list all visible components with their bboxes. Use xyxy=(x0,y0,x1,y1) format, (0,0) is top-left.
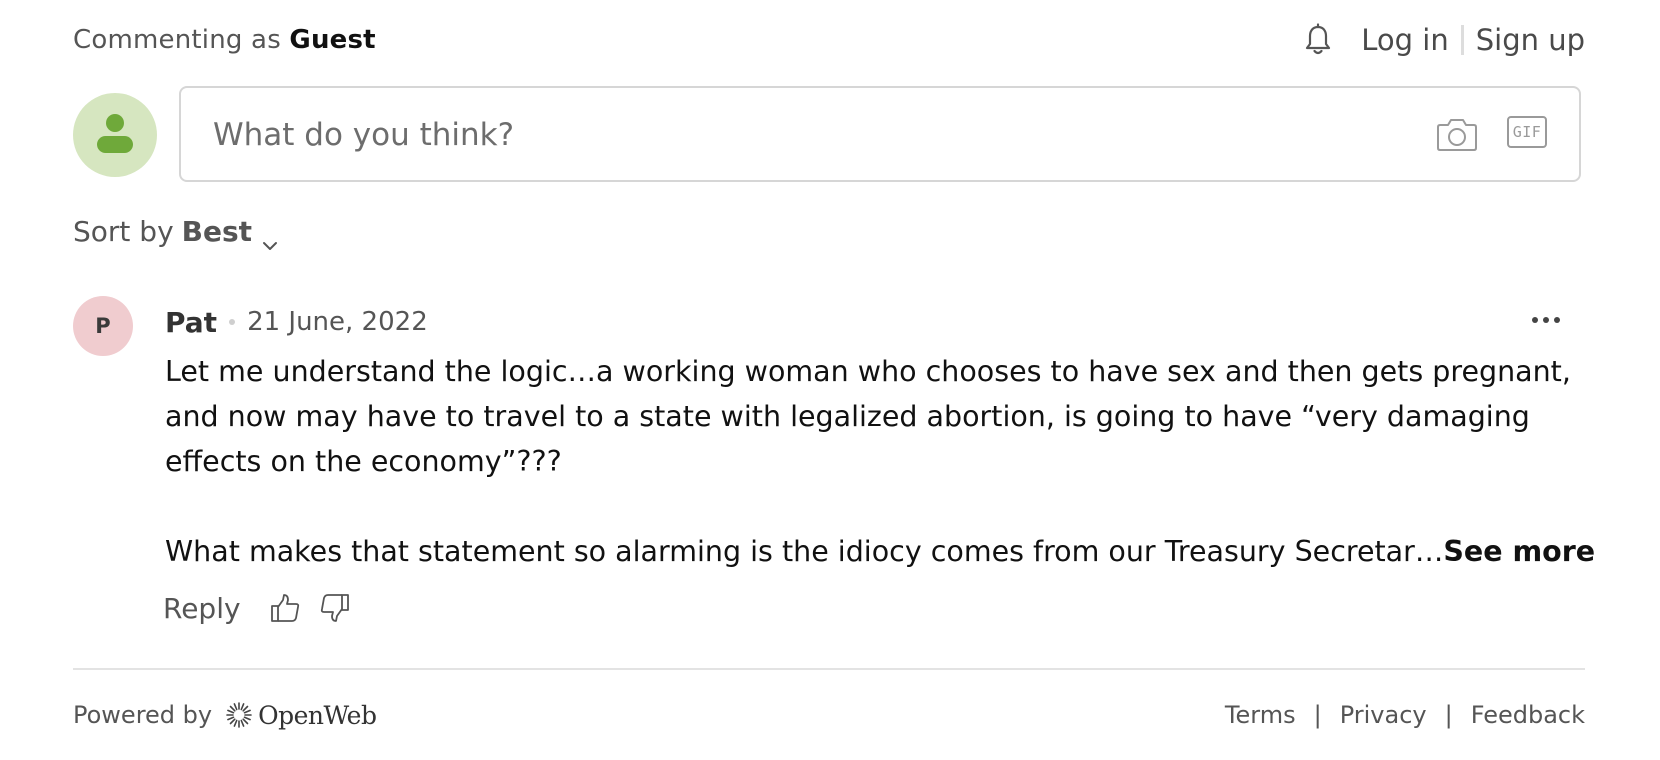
commenting-prefix: Commenting as xyxy=(73,25,281,55)
comments-header: Commenting as Guest Log in Sign up xyxy=(73,18,1585,62)
comment-author[interactable]: Pat xyxy=(165,306,217,339)
gif-icon[interactable]: GIF xyxy=(1507,116,1547,148)
chevron-down-icon xyxy=(262,226,278,250)
footer-link-separator: | xyxy=(1313,701,1322,729)
sort-value: Best xyxy=(181,215,253,248)
camera-icon[interactable] xyxy=(1436,115,1478,153)
footer-links: Terms | Privacy | Feedback xyxy=(1225,696,1585,734)
thumbs-up-icon[interactable] xyxy=(269,592,301,624)
terms-link[interactable]: Terms xyxy=(1225,701,1296,729)
powered-by-label: Powered by xyxy=(73,701,213,729)
comment-line: Let me understand the logic…a working wo… xyxy=(165,355,1571,388)
auth-divider xyxy=(1460,25,1464,55)
footer-link-separator: | xyxy=(1444,701,1453,729)
comment-line-truncated: What makes that statement so alarming is… xyxy=(165,529,1595,574)
commenting-as: Commenting as Guest xyxy=(73,25,376,55)
privacy-link[interactable]: Privacy xyxy=(1340,701,1427,729)
comment-composer: GIF xyxy=(179,86,1581,182)
feedback-link[interactable]: Feedback xyxy=(1471,701,1585,729)
comment-date: 21 June, 2022 xyxy=(247,307,428,337)
login-link[interactable]: Log in xyxy=(1361,23,1448,57)
sort-dropdown[interactable]: Sort by Best xyxy=(73,215,278,250)
commenting-user: Guest xyxy=(289,25,376,55)
comment-line: and now may have to travel to a state wi… xyxy=(165,400,1530,433)
comment-avatar[interactable]: P xyxy=(73,296,133,356)
powered-by: Powered by OpenWeb xyxy=(73,696,377,734)
more-options-icon[interactable] xyxy=(1532,308,1560,332)
signup-link[interactable]: Sign up xyxy=(1476,23,1585,57)
reply-button[interactable]: Reply xyxy=(163,592,241,625)
bell-icon[interactable] xyxy=(1303,23,1333,57)
see-more-link[interactable]: See more xyxy=(1443,535,1595,568)
sort-prefix: Sort by xyxy=(73,215,174,248)
openweb-brand[interactable]: OpenWeb xyxy=(258,701,377,730)
comment-line: effects on the economy”??? xyxy=(165,445,562,478)
person-icon xyxy=(95,112,135,158)
comment-body: Let me understand the logic…a working wo… xyxy=(165,349,1595,574)
guest-avatar xyxy=(73,93,157,177)
openweb-logo-icon xyxy=(224,700,254,730)
comment-meta: Pat 21 June, 2022 xyxy=(165,302,428,342)
truncated-text: What makes that statement so alarming is… xyxy=(165,535,1444,568)
footer-divider xyxy=(73,668,1585,670)
thumbs-down-icon[interactable] xyxy=(319,592,351,624)
meta-separator-dot xyxy=(229,319,236,325)
comment-input[interactable] xyxy=(211,88,1315,182)
comments-widget: Commenting as Guest Log in Sign up What … xyxy=(73,0,1595,760)
comment-actions: Reply xyxy=(163,588,369,628)
auth-area: Log in Sign up xyxy=(1303,23,1585,57)
